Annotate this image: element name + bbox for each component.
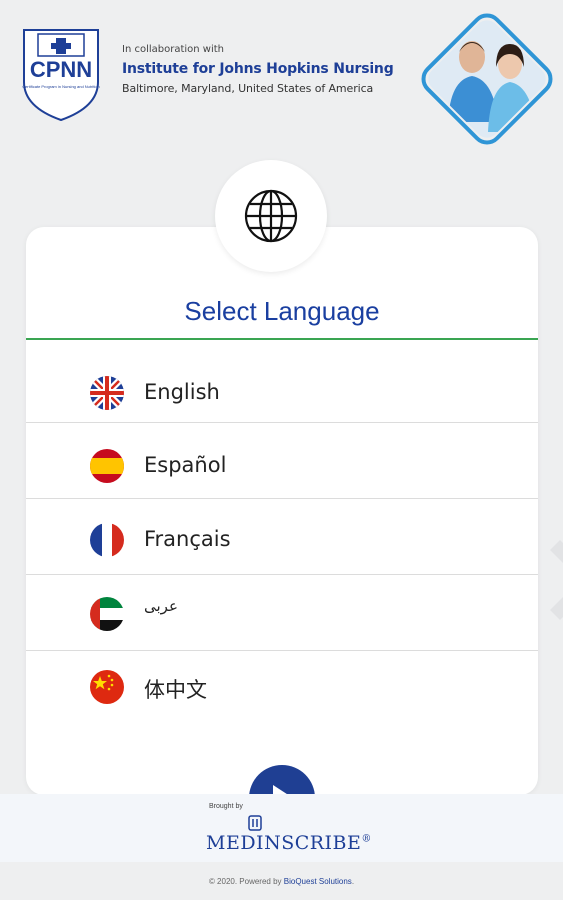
medinscribe-logo-icon: [248, 815, 262, 831]
copyright-prefix: © 2020. Powered by: [208, 877, 284, 886]
brand-registered-mark: ®: [361, 833, 372, 845]
spain-flag-icon: [90, 449, 124, 483]
globe-icon: [244, 189, 298, 243]
uae-flag-icon: [90, 597, 124, 631]
language-option-chinese[interactable]: 体中文: [26, 650, 538, 724]
copyright-suffix: .: [351, 877, 355, 886]
language-option-spanish[interactable]: Español: [26, 429, 538, 503]
language-option-english[interactable]: English: [26, 356, 538, 430]
language-option-french[interactable]: Français: [26, 503, 538, 577]
uk-flag-icon: [90, 376, 124, 410]
logo-subtext: Certificate Program in Nursing and Nutri…: [22, 84, 99, 89]
nurses-photo: [421, 13, 553, 145]
logo-text: CPNN: [30, 57, 92, 82]
divider: [26, 574, 538, 575]
divider: [26, 498, 538, 499]
language-label: English: [144, 380, 220, 404]
powered-by-link[interactable]: BioQuest Solutions: [284, 877, 352, 886]
collaboration-text: In collaboration with: [122, 44, 225, 55]
medinscribe-brand: MEDINSCRIBE®: [206, 832, 372, 854]
language-label: عربى: [144, 597, 178, 615]
page-title: Select Language: [184, 296, 380, 326]
divider: [26, 422, 538, 423]
language-option-arabic[interactable]: عربى: [26, 577, 538, 651]
brand-name: MEDINSCRIBE: [206, 832, 362, 854]
france-flag-icon: [90, 523, 124, 557]
title-underline: [26, 338, 538, 340]
institute-name: Institute for Johns Hopkins Nursing: [122, 61, 394, 77]
cpnn-logo: CPNN Certificate Program in Nursing and …: [22, 29, 100, 122]
china-flag-icon: [90, 670, 124, 704]
globe-badge: [215, 160, 327, 272]
language-label: Español: [144, 453, 227, 477]
background-decoration: [550, 540, 563, 620]
institute-location: Baltimore, Maryland, United States of Am…: [122, 82, 374, 95]
brought-by-text: Brought by: [209, 803, 243, 810]
header: CPNN Certificate Program in Nursing and …: [0, 0, 563, 160]
language-label: 体中文: [144, 678, 207, 702]
language-label: Français: [144, 527, 231, 551]
copyright: © 2020. Powered by BioQuest Solutions.: [0, 877, 563, 886]
